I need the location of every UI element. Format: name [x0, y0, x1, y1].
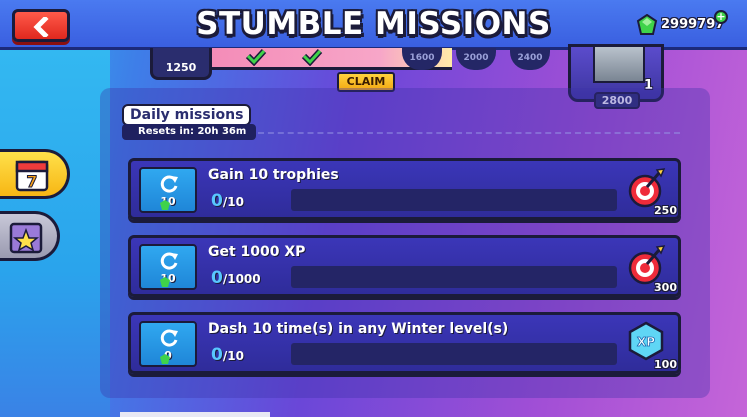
mission-progress-text: 0/10 — [211, 191, 244, 211]
mission-title: Get 1000 XP — [208, 244, 306, 260]
chest-icon — [593, 47, 645, 83]
page-title: STUMBLE MISSIONS — [196, 6, 551, 42]
star-calendar-icon — [9, 222, 43, 254]
reroll-button[interactable]: 0 — [139, 321, 197, 367]
calendar-icon: 7 — [15, 160, 49, 192]
reward-amount: 300 — [654, 281, 677, 294]
check-icon — [245, 48, 267, 66]
trophy-target-icon — [628, 245, 666, 285]
mission-progress-text: 0/1000 — [211, 268, 261, 288]
reward-amount: 250 — [654, 204, 677, 217]
plus-icon[interactable]: + — [714, 10, 728, 24]
xp-badge-icon: XP — [628, 321, 664, 361]
mission-reward: 250 — [625, 167, 677, 217]
reroll-cost: 0 — [141, 349, 195, 364]
mission-total: /10 — [222, 195, 244, 209]
mission-title: Dash 10 time(s) in any Winter level(s) — [208, 321, 509, 337]
refresh-icon — [160, 252, 178, 270]
reroll-button[interactable]: 10 — [139, 244, 197, 290]
milestone-2400: 2400 — [510, 48, 550, 70]
svg-text:XP: XP — [637, 335, 655, 349]
top-bar: STUMBLE MISSIONS 2999797 + — [0, 0, 747, 50]
mission-total: /10 — [222, 349, 244, 363]
mission-progress-text: 0/10 — [211, 345, 244, 365]
mission-card: 0 Dash 10 time(s) in any Winter level(s)… — [128, 312, 681, 374]
reroll-button[interactable]: 10 — [139, 167, 197, 213]
mission-title: Gain 10 trophies — [208, 167, 339, 183]
bottom-edge — [120, 412, 270, 417]
milestone-2000: 2000 — [456, 48, 496, 70]
reward-amount: 100 — [654, 358, 677, 371]
svg-text:7: 7 — [26, 172, 37, 191]
mission-progress-bar — [291, 266, 617, 288]
mission-progress-bar — [291, 343, 617, 365]
trophy-target-icon — [628, 168, 666, 208]
mission-total: /1000 — [222, 272, 261, 286]
milestone-strip: 1250 CLAIM 1600 2000 2400 1 2800 — [150, 44, 664, 109]
trophy-total-box: 1250 — [150, 48, 212, 80]
refresh-icon — [160, 329, 178, 347]
reset-timer: Resets in: 20h 36m — [122, 124, 256, 140]
mission-reward: 300 — [625, 244, 677, 294]
refresh-icon — [160, 175, 178, 193]
green-gem-icon — [160, 200, 170, 210]
mission-current: 0 — [211, 345, 223, 365]
mission-progress-bar — [291, 189, 617, 211]
trophy-total: 1250 — [165, 61, 197, 74]
section-title: Daily missions — [122, 104, 252, 126]
tab-daily-calendar[interactable]: 7 — [0, 149, 70, 199]
tab-special-calendar[interactable] — [0, 211, 60, 261]
divider — [258, 132, 680, 134]
mission-reward: XP 100 — [625, 321, 677, 371]
mission-card: 10 Get 1000 XP 0/1000 300 — [128, 235, 681, 297]
reroll-cost: 10 — [141, 272, 195, 287]
mission-current: 0 — [211, 191, 223, 211]
green-gem-icon — [160, 354, 170, 364]
reroll-cost: 10 — [141, 195, 195, 210]
mission-current: 0 — [211, 268, 223, 288]
mission-card: 10 Gain 10 trophies 0/10 250 — [128, 158, 681, 220]
check-icon — [301, 48, 323, 66]
green-gem-icon — [160, 277, 170, 287]
green-gem-icon — [636, 14, 658, 35]
